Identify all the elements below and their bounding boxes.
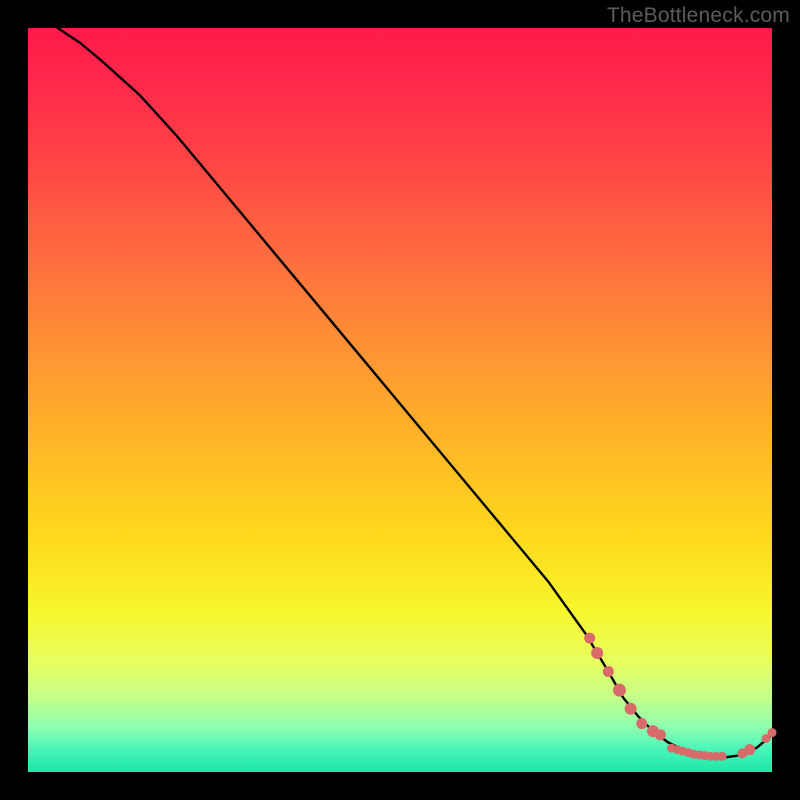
data-point-marker <box>584 633 595 644</box>
plot-area <box>28 28 772 772</box>
chart-stage: TheBottleneck.com <box>0 0 800 800</box>
data-point-marker <box>591 647 603 659</box>
data-point-marker <box>625 703 637 715</box>
data-point-marker <box>718 752 727 761</box>
curve-line <box>58 28 772 757</box>
data-point-marker <box>744 744 755 755</box>
data-point-marker <box>768 728 777 737</box>
attribution-label: TheBottleneck.com <box>607 4 790 28</box>
data-point-marker <box>655 729 666 740</box>
data-point-marker <box>613 684 626 697</box>
marker-layer <box>584 633 776 761</box>
data-point-marker <box>603 666 614 677</box>
data-point-marker <box>636 718 647 729</box>
chart-svg <box>28 28 772 772</box>
curve-layer <box>58 28 772 757</box>
